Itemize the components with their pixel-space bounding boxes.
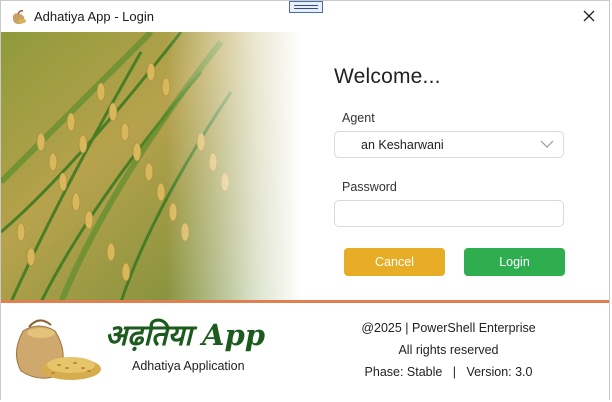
login-window: Adhatiya App - Login Welcome... Agent an… xyxy=(0,0,610,400)
chevron-down-icon xyxy=(540,140,554,148)
agent-select-value: an Kesharwani xyxy=(361,138,444,152)
cancel-button[interactable]: Cancel xyxy=(344,248,445,276)
agent-select[interactable]: an Kesharwani xyxy=(334,131,564,158)
grain-sack-icon xyxy=(9,313,105,383)
drag-grip-icon[interactable] xyxy=(289,1,323,13)
rights-text: All rights reserved xyxy=(398,343,499,357)
close-button[interactable] xyxy=(577,5,601,27)
welcome-heading: Welcome... xyxy=(334,65,441,88)
window-title: Adhatiya App - Login xyxy=(34,9,154,24)
footer: अढ़तिया App Adhatiya Application @2025 |… xyxy=(1,303,609,400)
close-icon xyxy=(583,10,595,22)
password-input[interactable] xyxy=(334,200,564,227)
login-button[interactable]: Login xyxy=(464,248,565,276)
grain-sack-icon xyxy=(10,8,28,26)
password-label: Password xyxy=(342,180,397,194)
version-text: Phase: Stable | Version: 3.0 xyxy=(364,365,533,379)
copyright-text: @2025 | PowerShell Enterprise xyxy=(361,321,536,335)
agent-label: Agent xyxy=(342,111,375,125)
title-bar[interactable]: Adhatiya App - Login xyxy=(1,1,609,32)
login-panel: Welcome... Agent an Kesharwani Password … xyxy=(301,32,611,302)
rice-field-image xyxy=(1,32,301,302)
brand-subtitle: Adhatiya Application xyxy=(132,359,245,373)
brand-title: अढ़तिया App xyxy=(105,318,266,352)
